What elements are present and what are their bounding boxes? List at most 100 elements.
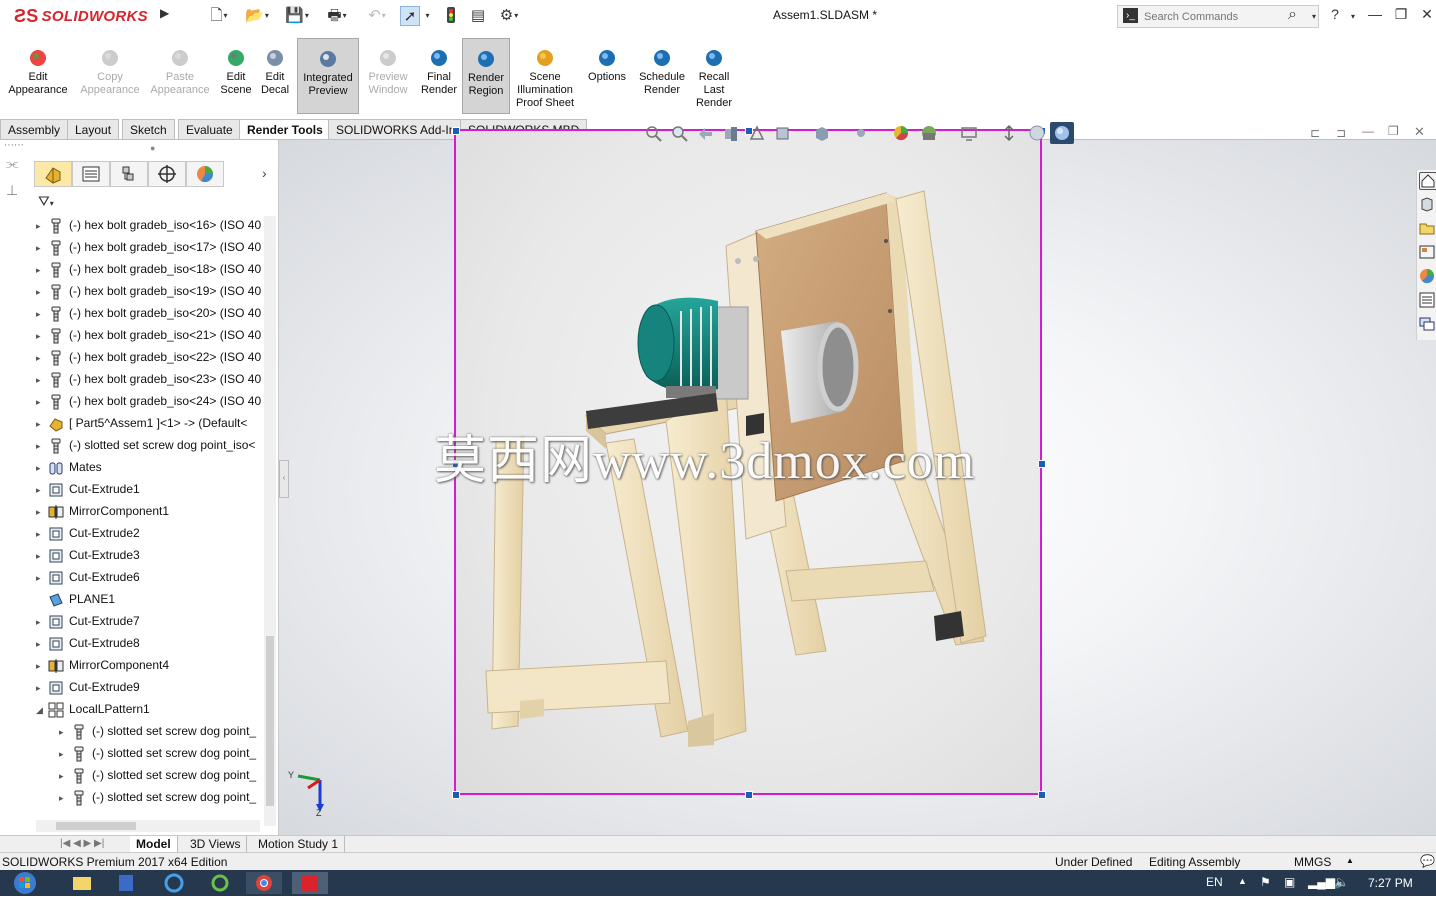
viewport-close-icon[interactable]: ✕ bbox=[1414, 124, 1425, 140]
tree-item[interactable]: ▸ Cut-Extrude8 bbox=[36, 632, 262, 654]
tree-item[interactable]: PLANE1 bbox=[36, 588, 262, 610]
expand-arrow-icon[interactable]: ▸ bbox=[36, 633, 48, 654]
copy-appearance-button[interactable]: Copy Appearance bbox=[76, 38, 144, 114]
volume-icon[interactable]: 🔈 bbox=[1334, 875, 1349, 889]
collapse-arrow-icon[interactable]: ◢ bbox=[36, 699, 48, 720]
tab-layout[interactable]: Layout bbox=[67, 119, 120, 139]
help-icon[interactable]: ? bbox=[1326, 6, 1344, 22]
display-style-icon[interactable] bbox=[812, 124, 830, 142]
tree-item[interactable]: ▸ (-) hex bolt gradeb_iso<18> (ISO 40 bbox=[36, 258, 262, 280]
region-handle-bottom[interactable] bbox=[745, 791, 753, 799]
tab-scroll-arrows-icon[interactable]: |◀ ◀ ▶ ▶| bbox=[60, 838, 104, 849]
expand-arrow-icon[interactable]: ▸ bbox=[36, 677, 48, 698]
region-handle-right[interactable] bbox=[1038, 460, 1046, 468]
refresh-task-icon[interactable] bbox=[202, 872, 238, 894]
tree-item[interactable]: ▸ Cut-Extrude3 bbox=[36, 544, 262, 566]
app-task-icon[interactable] bbox=[108, 872, 144, 894]
tree-item[interactable]: ▸ (-) hex bolt gradeb_iso<21> (ISO 40 bbox=[36, 324, 262, 346]
expand-arrow-icon[interactable]: ▸ bbox=[36, 303, 48, 324]
save-icon[interactable]: 💾▾ bbox=[284, 6, 310, 26]
menu-expand-icon[interactable]: ▶ bbox=[160, 6, 174, 26]
start-button-icon[interactable] bbox=[8, 871, 42, 895]
render-options-button[interactable]: Options bbox=[584, 38, 630, 114]
expand-arrow-icon[interactable]: ▸ bbox=[36, 237, 48, 258]
realview-icon[interactable] bbox=[1028, 124, 1046, 142]
tile-left-icon[interactable]: ⊏ bbox=[1310, 126, 1320, 140]
edit-scene-button[interactable]: Edit Scene bbox=[218, 38, 254, 114]
bottom-tab-3d-views[interactable]: 3D Views bbox=[184, 836, 248, 853]
configuration-manager-tab-icon[interactable] bbox=[110, 161, 148, 187]
new-document-icon[interactable]: 🗋▾ bbox=[206, 6, 232, 26]
view-palette-icon[interactable] bbox=[1419, 244, 1435, 260]
comment-icon[interactable]: 💬 bbox=[1420, 854, 1435, 868]
property-manager-tab-icon[interactable] bbox=[72, 161, 110, 187]
expand-arrow-icon[interactable]: ▸ bbox=[36, 325, 48, 346]
custom-properties-icon[interactable] bbox=[1419, 292, 1435, 308]
tree-hscroll-thumb[interactable] bbox=[56, 822, 136, 830]
chrome-task-icon[interactable] bbox=[246, 872, 282, 894]
tree-item[interactable]: ▸ [ Part5^Assem1 ]<1> -> (Default< bbox=[36, 412, 262, 434]
viewport-restore-icon[interactable]: ❐ bbox=[1388, 124, 1399, 138]
ie-task-icon[interactable] bbox=[156, 872, 192, 894]
previous-view-icon[interactable] bbox=[696, 124, 714, 142]
tree-item[interactable]: ▸ (-) hex bolt gradeb_iso<20> (ISO 40 bbox=[36, 302, 262, 324]
search-commands-box[interactable]: ›_ ⌕ bbox=[1117, 5, 1319, 28]
expand-arrow-icon[interactable]: ▸ bbox=[59, 721, 71, 742]
tree-item[interactable]: ▸ (-) hex bolt gradeb_iso<19> (ISO 40 bbox=[36, 280, 262, 302]
rebuild-icon[interactable] bbox=[442, 6, 460, 26]
search-dropdown-icon[interactable]: ▾ bbox=[1305, 12, 1323, 21]
select-pointer-icon[interactable]: ➚ bbox=[400, 6, 420, 26]
panel-more-arrow-icon[interactable]: › bbox=[262, 165, 267, 181]
tree-item[interactable]: ▸ (-) slotted set screw dog point_ bbox=[59, 742, 262, 764]
sketch-relations-icon[interactable]: ⫘ bbox=[6, 155, 19, 172]
language-indicator[interactable]: EN bbox=[1206, 875, 1223, 889]
tree-item[interactable]: ▸ Cut-Extrude6 bbox=[36, 566, 262, 588]
undo-icon[interactable]: ↶▾ bbox=[364, 6, 390, 26]
zoom-to-fit-icon[interactable] bbox=[644, 124, 662, 142]
expand-arrow-icon[interactable]: ▸ bbox=[59, 787, 71, 808]
clock[interactable]: 7:27 PM bbox=[1368, 876, 1413, 890]
tree-item[interactable]: ▸ MirrorComponent4 bbox=[36, 654, 262, 676]
expand-arrow-icon[interactable]: ▸ bbox=[36, 611, 48, 632]
expand-arrow-icon[interactable]: ▸ bbox=[36, 567, 48, 588]
expand-arrow-icon[interactable]: ▸ bbox=[36, 479, 48, 500]
expand-arrow-icon[interactable]: ▸ bbox=[36, 457, 48, 478]
render-region-button[interactable]: Render Region bbox=[462, 38, 510, 114]
expand-arrow-icon[interactable]: ▸ bbox=[36, 501, 48, 522]
tab-solidworks-add-ins[interactable]: SOLIDWORKS Add-Ins bbox=[328, 119, 470, 139]
expand-arrow-icon[interactable]: ▸ bbox=[36, 435, 48, 456]
tree-item[interactable]: ▸ MirrorComponent1 bbox=[36, 500, 262, 522]
search-input[interactable] bbox=[1142, 8, 1296, 26]
solidworks-resources-icon[interactable] bbox=[1419, 172, 1436, 190]
expand-arrow-icon[interactable]: ▸ bbox=[59, 765, 71, 786]
integrated-preview-button[interactable]: Integrated Preview bbox=[297, 38, 359, 114]
tree-item[interactable]: ▸ Cut-Extrude9 bbox=[36, 676, 262, 698]
paste-appearance-button[interactable]: Paste Appearance bbox=[146, 38, 214, 114]
display-manager-tab-icon[interactable] bbox=[186, 161, 224, 187]
filter-icon[interactable]: ⛛▾ bbox=[38, 193, 54, 210]
tree-item[interactable]: ▸ Cut-Extrude2 bbox=[36, 522, 262, 544]
file-explorer-task-icon[interactable] bbox=[64, 872, 100, 894]
tray-app-icon[interactable]: ▣ bbox=[1284, 875, 1295, 889]
edit-appearance-button[interactable]: Edit Appearance bbox=[4, 38, 72, 114]
tree-item[interactable]: ▸ (-) hex bolt gradeb_iso<17> (ISO 40 bbox=[36, 236, 262, 258]
feature-manager-tab-icon[interactable] bbox=[34, 161, 72, 187]
expand-arrow-icon[interactable]: ▸ bbox=[36, 259, 48, 280]
scene-illumination-button[interactable]: Scene Illumination Proof Sheet bbox=[510, 38, 580, 114]
expand-arrow-icon[interactable]: ▸ bbox=[36, 347, 48, 368]
tab-render-tools[interactable]: Render Tools bbox=[239, 119, 331, 139]
apply-scene-icon[interactable] bbox=[920, 124, 938, 142]
appearances-scenes-icon[interactable] bbox=[1419, 268, 1435, 284]
tree-item[interactable]: ◢ LocalLPattern1 bbox=[36, 698, 262, 720]
photoview-preview-icon[interactable] bbox=[1050, 122, 1074, 144]
tree-item[interactable]: ▸ Cut-Extrude1 bbox=[36, 478, 262, 500]
options-gear-icon[interactable]: ⚙▾ bbox=[494, 6, 524, 26]
section-view-icon[interactable] bbox=[722, 124, 740, 142]
open-document-icon[interactable]: 📂▾ bbox=[244, 6, 270, 26]
tree-scrollbar-thumb[interactable] bbox=[266, 636, 274, 806]
tree-item[interactable]: ▸ (-) slotted set screw dog point_iso< bbox=[36, 434, 262, 456]
tab-sketch[interactable]: Sketch bbox=[122, 119, 175, 139]
panel-collapse-handle[interactable]: ‹ bbox=[279, 460, 289, 498]
tree-item[interactable]: ▸ (-) slotted set screw dog point_ bbox=[59, 764, 262, 786]
tree-horizontal-scrollbar[interactable] bbox=[36, 820, 260, 832]
